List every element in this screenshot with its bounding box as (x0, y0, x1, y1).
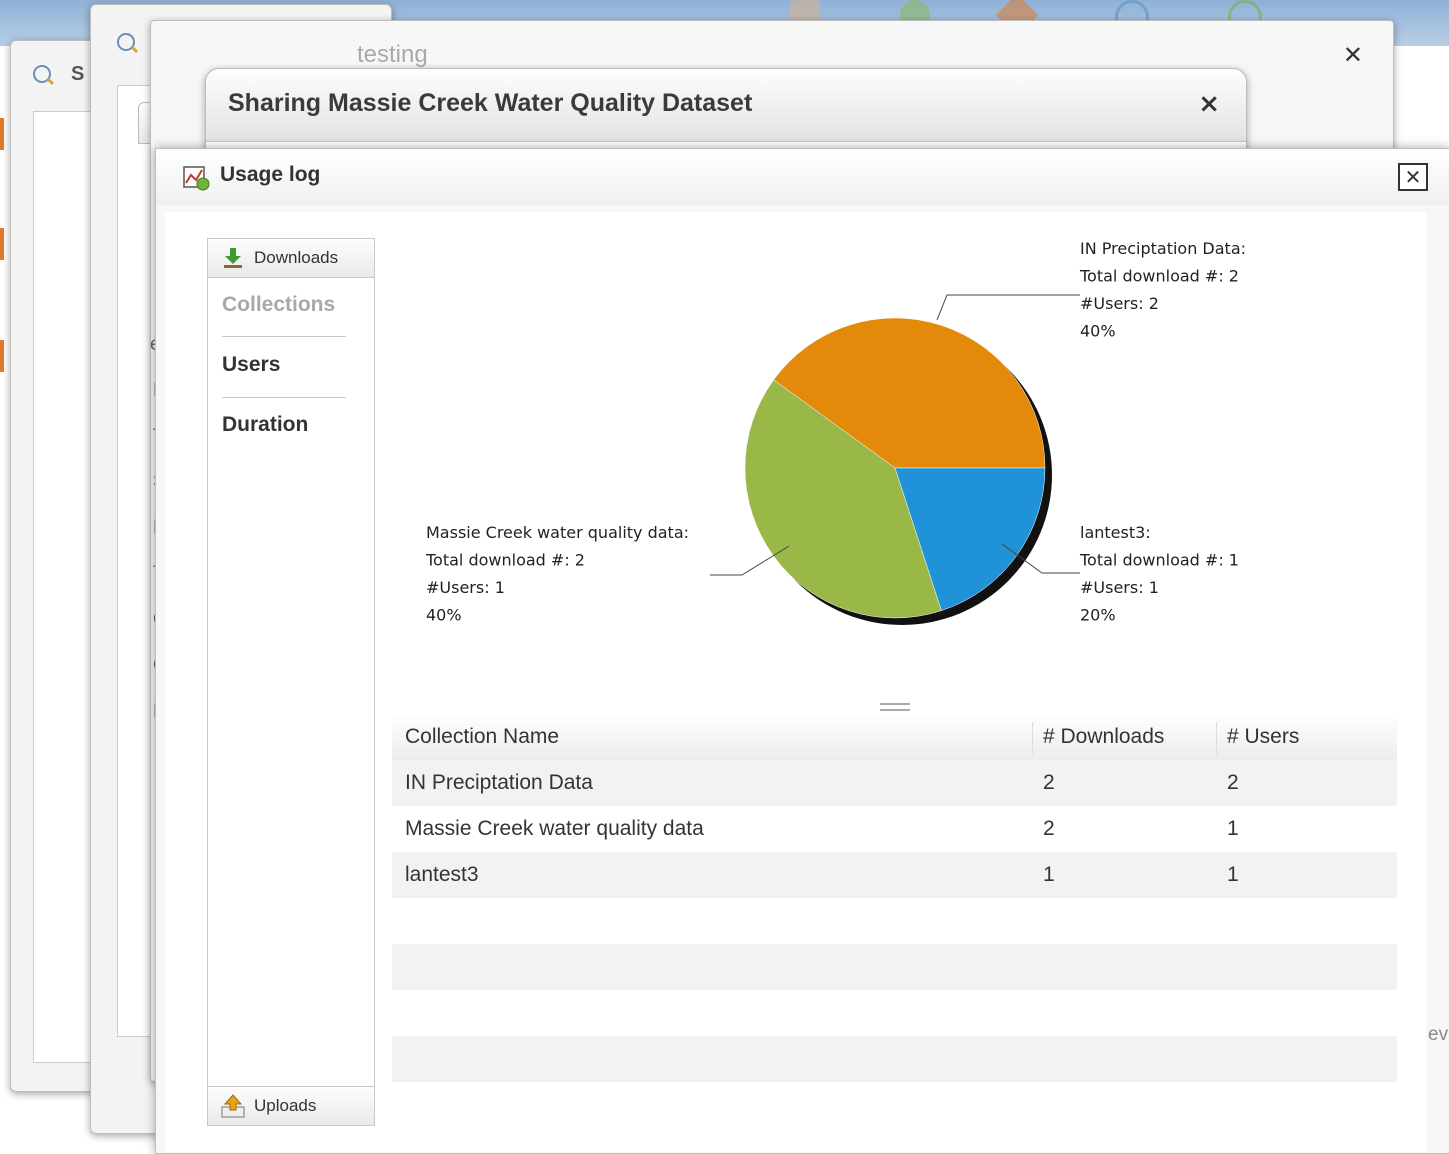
slice-data-label: #Users: 1 (1080, 578, 1159, 597)
cell-collection-name: lantest3 (405, 863, 479, 886)
table-header: Collection Name # Downloads # Users (392, 714, 1397, 760)
table-row[interactable]: Massie Creek water quality data 2 1 (392, 806, 1397, 852)
table-row[interactable]: IN Preciptation Data 2 2 (392, 760, 1397, 806)
close-button[interactable]: ✕ (1398, 163, 1428, 191)
close-icon[interactable]: ✕ (1343, 41, 1363, 69)
upload-icon (221, 1094, 245, 1118)
slice-data-label: Total download #: 2 (425, 551, 585, 570)
leader-line (936, 294, 1080, 321)
nav-users[interactable]: Users (222, 353, 280, 377)
window-heading: testing (357, 41, 428, 68)
usage-log-header: Usage log ✕ (156, 149, 1449, 205)
column-header[interactable]: # Downloads (1043, 725, 1164, 749)
slice-data-label: 20% (1080, 606, 1116, 625)
usage-pie-chart: IN Preciptation Data: Total download #: 2… (425, 239, 1246, 625)
cell-collection-name: IN Preciptation Data (405, 771, 593, 794)
cell-users: 2 (1227, 771, 1239, 794)
empty-row (392, 944, 1397, 990)
table-row[interactable]: lantest3 1 1 (392, 852, 1397, 898)
slice-data-label: 40% (426, 606, 462, 625)
empty-row (392, 990, 1397, 1036)
cell-users: 1 (1227, 863, 1239, 886)
cell-downloads: 2 (1043, 771, 1055, 794)
slice-data-label: #Users: 2 (1080, 294, 1159, 313)
empty-row (392, 898, 1397, 944)
nav-duration[interactable]: Duration (222, 413, 308, 437)
cell-users: 1 (1227, 817, 1239, 840)
slice-data-label: 40% (1080, 322, 1116, 341)
divider (222, 336, 346, 337)
close-icon: ✕ (1404, 165, 1422, 189)
dialog-header: Sharing Massie Creek Water Quality Datas… (206, 69, 1246, 142)
cell-downloads: 1 (1043, 863, 1055, 886)
search-icon (117, 33, 135, 56)
download-icon (224, 248, 242, 268)
slice-data-label: IN Preciptation Data: (1080, 239, 1246, 258)
slice-data-label: Total download #: 2 (1079, 267, 1239, 286)
uploads-button[interactable]: Uploads (208, 1086, 374, 1125)
slice-data-label: lantest3: (1080, 523, 1151, 542)
edge-marker (0, 340, 4, 372)
downloads-label: Downloads (254, 248, 339, 267)
slice-data-label: #Users: 1 (426, 578, 505, 597)
close-icon[interactable]: × (1198, 89, 1220, 119)
window-title: S (71, 63, 85, 85)
empty-row (392, 1036, 1397, 1082)
column-header[interactable]: Collection Name (405, 725, 559, 749)
edge-marker (0, 118, 4, 150)
edge-text: ev (1428, 1024, 1449, 1045)
resize-handle-icon[interactable] (880, 703, 910, 711)
usage-log-title: Usage log (220, 163, 321, 186)
chart-icon (183, 166, 210, 191)
dialog-title: Sharing Massie Creek Water Quality Datas… (228, 89, 753, 117)
cell-collection-name: Massie Creek water quality data (405, 817, 704, 840)
edge-marker (0, 228, 4, 260)
column-header[interactable]: # Users (1227, 725, 1299, 749)
side-nav: Downloads Collections Users Duration Upl… (207, 238, 375, 1126)
search-icon (33, 65, 51, 88)
downloads-button[interactable]: Downloads (208, 239, 374, 278)
nav-collections[interactable]: Collections (222, 293, 335, 317)
divider (222, 397, 346, 398)
slice-data-label: Massie Creek water quality data: (426, 523, 689, 542)
slice-data-label: Total download #: 1 (1079, 551, 1239, 570)
uploads-label: Uploads (254, 1096, 317, 1115)
cell-downloads: 2 (1043, 817, 1055, 840)
